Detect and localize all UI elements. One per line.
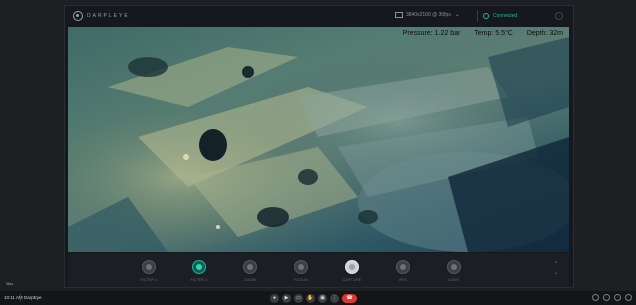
logo-icon — [73, 11, 83, 21]
meeting-controls: ● ▶ ▭ ✋ ▣ ⋮ ☎ — [270, 293, 357, 303]
status-text: Connected — [493, 13, 518, 19]
control-label: IRIS — [398, 278, 407, 282]
people-icon[interactable] — [603, 294, 610, 301]
temperature-readout: Temp: 5.5°C — [474, 30, 513, 37]
control-label: LIGHT — [448, 278, 460, 282]
control-knob-icon — [142, 260, 156, 274]
meeting-bar: 10:11 AM DarpEye ● ▶ ▭ ✋ ▣ ⋮ ☎ — [0, 291, 636, 305]
scroll-controls[interactable]: ⌃ ⌄ — [551, 261, 561, 277]
control-knob-icon — [243, 260, 257, 274]
camera-control-bar: FILTER 1 FILTER 2 ZOOM FOCUS CAPTURE IRI… — [68, 253, 569, 287]
meeting-name: DarpEye — [24, 295, 42, 300]
app-window: DARPLEYE 3840x2160 @ 30fps ⌄ Connected P… — [64, 5, 574, 288]
divider — [20, 294, 21, 301]
app-logo: DARPLEYE — [73, 11, 130, 21]
more-options-button[interactable]: ⋮ — [330, 293, 339, 303]
info-icon[interactable] — [592, 294, 599, 301]
control-label: FILTER 2 — [190, 278, 208, 282]
control-filter-2[interactable]: FILTER 2 — [174, 260, 224, 282]
camera-button[interactable]: ▶ — [282, 293, 291, 303]
activities-icon[interactable] — [625, 294, 632, 301]
divider — [477, 10, 478, 22]
control-knob-icon — [396, 260, 410, 274]
present-button[interactable]: ▣ — [318, 293, 327, 303]
control-knob-icon — [192, 260, 206, 274]
app-name: DARPLEYE — [87, 13, 130, 19]
connection-icon — [483, 13, 489, 19]
telemetry-overlay: Pressure: 1.22 bar Temp: 5.5°C Depth: 32… — [391, 30, 563, 37]
resolution-selector[interactable]: 3840x2160 @ 30fps ⌄ — [395, 11, 460, 18]
control-filter-1[interactable]: FILTER 1 — [124, 260, 174, 282]
control-capture[interactable]: CAPTURE — [327, 260, 377, 282]
meeting-side-controls — [592, 293, 632, 301]
mic-button[interactable]: ● — [270, 293, 279, 303]
depth-readout: Depth: 32m — [526, 30, 563, 37]
control-label: FOCUS — [294, 278, 308, 282]
chevron-down-icon[interactable]: ⌄ — [551, 269, 561, 277]
control-light[interactable]: LIGHT — [429, 260, 479, 282]
settings-button[interactable] — [555, 12, 563, 20]
resolution-value: 3840x2160 @ 30fps — [406, 11, 451, 18]
chevron-up-icon[interactable]: ⌃ — [551, 261, 561, 269]
control-iris[interactable]: IRIS — [378, 260, 428, 282]
control-label: CAPTURE — [342, 278, 362, 282]
control-knob-icon — [294, 260, 308, 274]
monitor-icon — [395, 11, 403, 18]
video-feed: Pressure: 1.22 bar Temp: 5.5°C Depth: 32… — [68, 27, 569, 252]
end-call-button[interactable]: ☎ — [342, 293, 357, 303]
control-zoom[interactable]: ZOOM — [225, 260, 275, 282]
chat-icon[interactable] — [614, 294, 621, 301]
chevron-down-icon: ⌄ — [454, 12, 460, 18]
control-label: FILTER 1 — [140, 278, 158, 282]
control-label: ZOOM — [244, 278, 256, 282]
control-knob-icon — [447, 260, 461, 274]
control-knob-icon — [345, 260, 359, 274]
participant-name: You — [6, 281, 13, 286]
pressure-readout: Pressure: 1.22 bar — [402, 30, 461, 37]
captions-button[interactable]: ▭ — [294, 293, 303, 303]
control-focus[interactable]: FOCUS — [276, 260, 326, 282]
connection-status: Connected — [483, 9, 517, 23]
raise-hand-button[interactable]: ✋ — [306, 293, 315, 303]
underwater-scene-image — [68, 37, 569, 252]
top-bar: DARPLEYE 3840x2160 @ 30fps ⌄ Connected — [65, 6, 573, 26]
